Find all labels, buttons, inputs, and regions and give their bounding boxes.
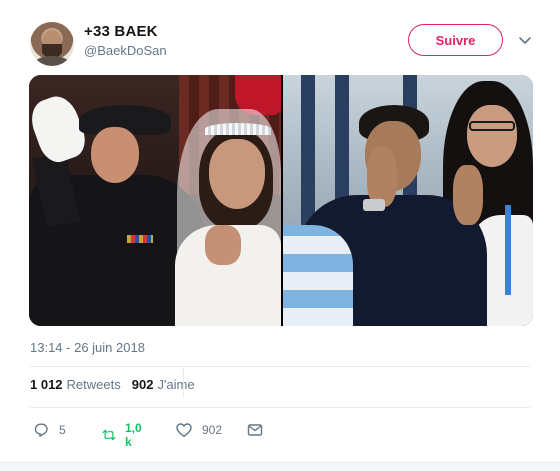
photo-hand <box>205 225 241 265</box>
reply-button[interactable]: 5 <box>32 421 66 439</box>
stats-separator <box>183 368 184 398</box>
stadium-fan-photo[interactable] <box>283 75 533 326</box>
direct-message-button[interactable] <box>246 421 264 439</box>
royal-wedding-photo[interactable] <box>29 75 281 326</box>
photo-lanyard <box>505 205 511 295</box>
photo-glasses <box>469 121 515 131</box>
like-count: 902 <box>202 423 223 437</box>
likes-count: 902 <box>131 377 154 392</box>
photo-striped-shirt <box>283 225 353 326</box>
chevron-down-icon[interactable] <box>518 33 532 47</box>
photo-groom-face <box>91 127 139 183</box>
photo-raised-hand <box>453 165 483 225</box>
tweet-stats: 1 012 Retweets 902 J'aime <box>30 377 195 392</box>
photo-bride-face <box>209 139 265 209</box>
retweets-count: 1 012 <box>30 377 63 392</box>
like-button[interactable]: 902 <box>175 421 222 439</box>
author-avatar[interactable] <box>30 22 74 66</box>
divider <box>30 407 530 408</box>
tweet-card: +33 BAEK @BaekDoSan Suivre 13:14 - 26 ju… <box>0 0 560 471</box>
tweet-timestamp[interactable]: 13:14 - 26 juin 2018 <box>30 340 145 355</box>
retweets-stat[interactable]: 1 012 Retweets <box>30 377 121 392</box>
retweet-icon <box>102 429 116 441</box>
author-handle[interactable]: @BaekDoSan <box>84 43 167 58</box>
envelope-icon <box>247 424 263 436</box>
reply-icon <box>34 423 48 437</box>
photo-medal-ribbon <box>127 235 153 243</box>
likes-label: J'aime <box>157 377 195 392</box>
retweets-label: Retweets <box>66 377 121 392</box>
photo-watch <box>363 199 385 211</box>
divider <box>30 366 530 367</box>
author-display-name[interactable]: +33 BAEK <box>84 23 158 40</box>
likes-stat[interactable]: 902 J'aime <box>132 377 195 392</box>
follow-button[interactable]: Suivre <box>408 24 503 56</box>
tweet-media[interactable] <box>29 75 533 326</box>
retweet-count: 1,0 k <box>124 421 142 449</box>
reply-count: 5 <box>59 423 66 437</box>
footer-strip <box>0 462 560 471</box>
heart-icon <box>176 423 192 437</box>
photo-woman-face <box>467 105 517 167</box>
avatar-body-shape <box>34 56 70 66</box>
photo-tiara <box>205 123 271 135</box>
retweet-button[interactable]: 1,0 k <box>102 421 146 449</box>
photo-raised-hand <box>367 147 397 207</box>
